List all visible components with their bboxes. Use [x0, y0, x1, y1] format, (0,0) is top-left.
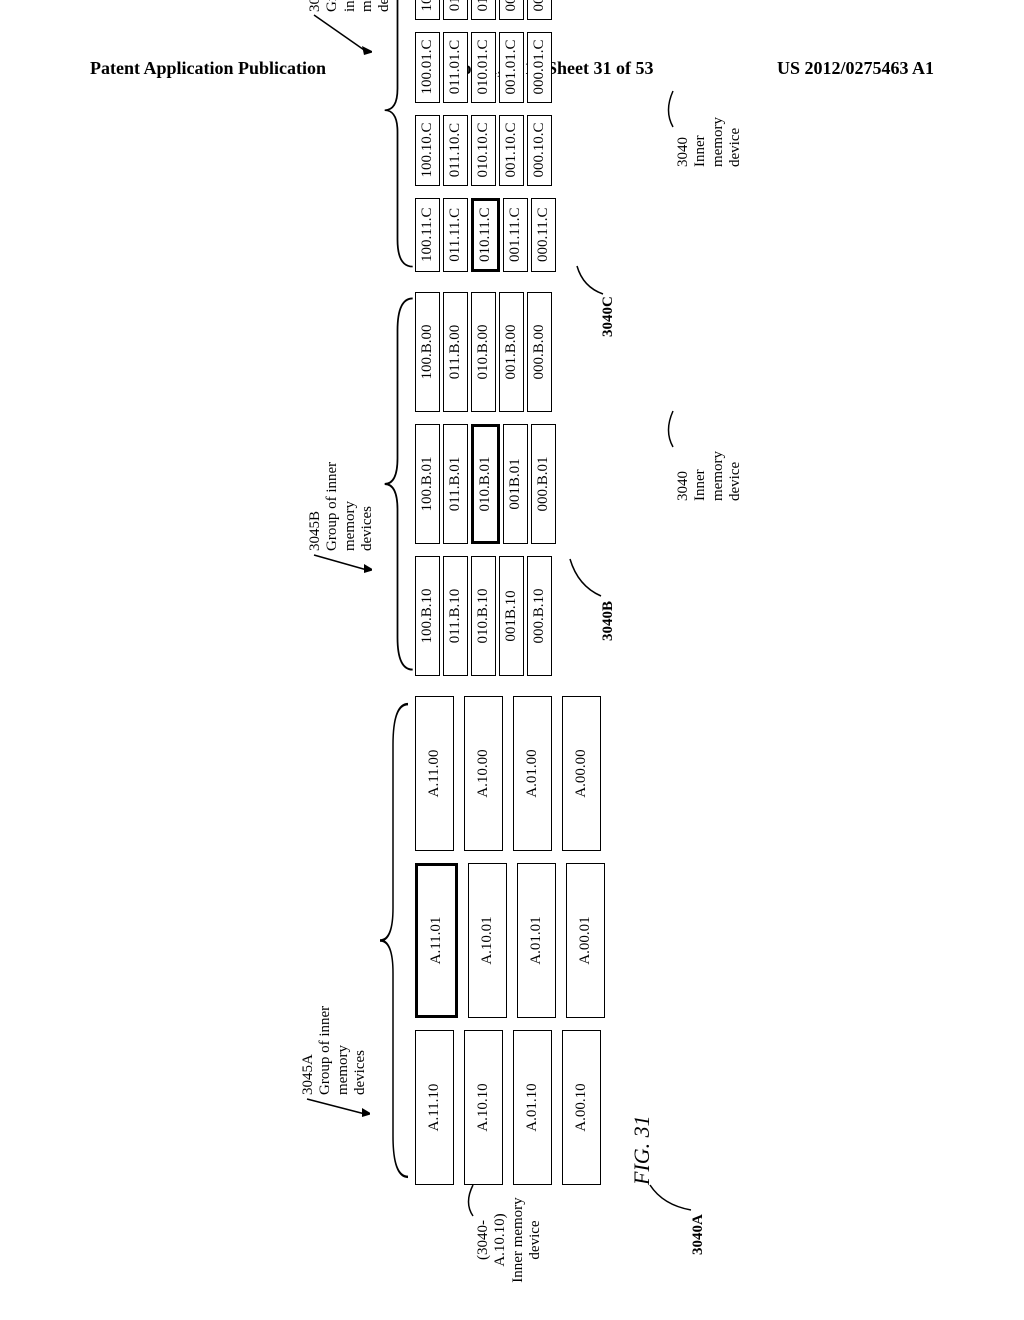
cell: 011.11.C — [443, 198, 468, 272]
cell: 001.10.C — [499, 115, 524, 186]
cell: A.10.01 — [468, 863, 507, 1018]
cell: A.00.10 — [562, 1030, 601, 1185]
cell: A.01.10 — [513, 1030, 552, 1185]
cell: A.01.00 — [513, 696, 552, 851]
cell: A.11.10 — [415, 1030, 454, 1185]
groups-col-b: 100.B.10011.B.10010.B.10001B.10000.B.10 … — [415, 292, 556, 676]
label-inner-mem-b: Inner memory device — [692, 421, 744, 501]
label-3045a: 3045A — [300, 1005, 317, 1095]
cell: 010.10.C — [471, 115, 496, 186]
cell: A.10.10 — [464, 1030, 503, 1185]
label-3040a: 3040A — [690, 1214, 706, 1255]
cell: 001B.10 — [499, 556, 524, 676]
cell: 010.01.C — [471, 32, 496, 103]
cell: 000.B.01 — [531, 424, 556, 544]
cell: 010.B.10 — [471, 556, 496, 676]
cell: 001B.01 — [503, 424, 528, 544]
cell: A.00.01 — [566, 863, 605, 1018]
cell: 010.B.00 — [471, 292, 496, 412]
cell: 011.00.C — [443, 0, 468, 20]
cell: 010.B.01 — [471, 424, 500, 544]
label-group-b: Group of inner memory devices — [324, 461, 376, 551]
cell: 011.B.10 — [443, 556, 468, 676]
brace-3045b-icon — [380, 292, 420, 676]
header-left: Patent Application Publication — [90, 58, 326, 79]
label-inner-mem-a: Inner memory device — [510, 1195, 545, 1285]
cell: A.10.00 — [464, 696, 503, 851]
column-a: 3045A Group of inner memory devices A.11… — [415, 696, 605, 1185]
cell: A.11.01 — [415, 863, 458, 1018]
groups-col-a: A.11.10A.10.10A.01.10A.00.10 A.11.01A.10… — [415, 696, 605, 1185]
cell: 001.00.C — [499, 0, 524, 20]
figure-caption: FIG. 31 — [629, 1115, 655, 1185]
cell: A.00.00 — [562, 696, 601, 851]
cell: 011.01.C — [443, 32, 468, 103]
cell: 001.B.00 — [499, 292, 524, 412]
cell: 000.B.00 — [527, 292, 552, 412]
header-right: US 2012/0275463 A1 — [777, 58, 934, 79]
brace-3045c-icon — [380, 0, 420, 272]
cell: 001.01.C — [499, 32, 524, 103]
label-3040c: 3040C — [600, 296, 616, 337]
label-3045b: 3045B — [307, 461, 324, 551]
figure-31: 3045A Group of inner memory devices A.11… — [415, 135, 605, 1185]
cell: 010.11.C — [471, 198, 500, 272]
label-inner-mem-c: Inner memory device — [692, 87, 744, 167]
column-c: 3045C Group of inner memory devices 100.… — [415, 0, 605, 272]
cell: 011.B.00 — [443, 292, 468, 412]
column-b: 3045B Group of inner memory devices 100.… — [415, 292, 605, 676]
cell: 000.B.10 — [527, 556, 552, 676]
label-3040b: 3040B — [600, 601, 616, 641]
label-3040-a1010: (3040-A.10.10) — [475, 1195, 510, 1285]
groups-col-c: 100.11.C011.11.C010.11.C001.11.C000.11.C… — [415, 0, 556, 272]
cell: A.11.00 — [415, 696, 454, 851]
cell: 010.00.C — [471, 0, 496, 20]
cell: 000.10.C — [527, 115, 552, 186]
cell: A.01.01 — [517, 863, 556, 1018]
cell: 001.11.C — [503, 198, 528, 272]
cell: 011.B.01 — [443, 424, 468, 544]
brace-3045a-icon — [375, 696, 415, 1185]
cell: 000.01.C — [527, 32, 552, 103]
cell: 011.10.C — [443, 115, 468, 186]
cell: 000.11.C — [531, 198, 556, 272]
cell: 000.00.C — [527, 0, 552, 20]
label-group-a: Group of inner memory devices — [317, 1005, 369, 1095]
